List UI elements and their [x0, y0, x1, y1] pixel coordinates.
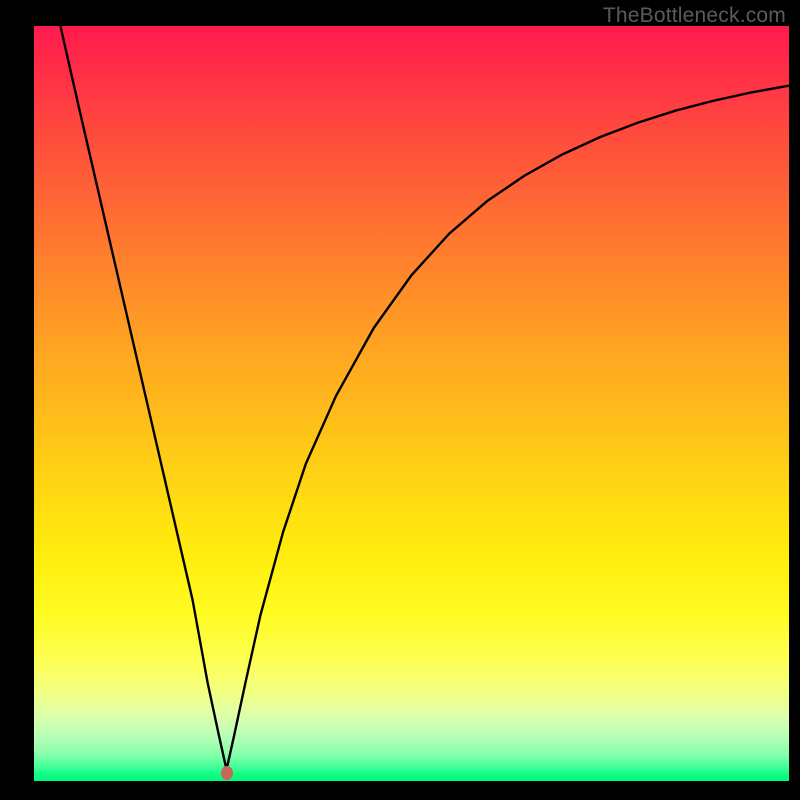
- watermark-text: TheBottleneck.com: [603, 4, 786, 28]
- chart-plot-area: [34, 26, 789, 781]
- chart-curve: [34, 26, 789, 781]
- chart-minimum-marker: [221, 766, 233, 780]
